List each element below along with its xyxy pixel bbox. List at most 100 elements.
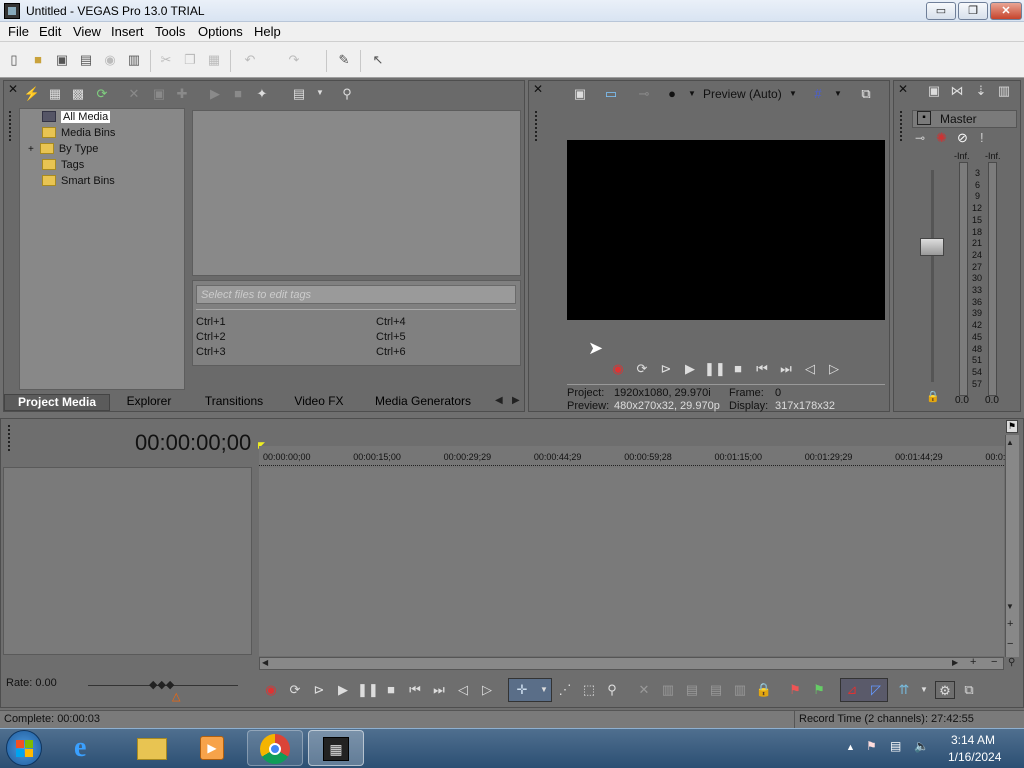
zoom-tool-icon[interactable]: ⚲ [1008,657,1015,668]
scroll-left-icon[interactable]: ◀ [262,658,268,667]
delete-icon[interactable]: ✕ [634,681,654,699]
record-icon[interactable]: ◉ [608,360,628,378]
start-button[interactable] [6,730,42,766]
mute-icon[interactable]: ⊘ [957,130,968,146]
stop-icon[interactable]: ■ [728,360,748,378]
tab-project-media[interactable]: Project Media [4,394,110,411]
overlays-dropdown-chevron-icon[interactable]: ▼ [834,89,842,98]
copy-icon[interactable]: ❐ [180,50,200,70]
taskbar-chrome[interactable] [247,730,303,766]
pan-icon[interactable]: ⊸ [915,131,925,145]
new-icon[interactable]: ▯ [4,50,24,70]
tag-shortcut-2[interactable]: Ctrl+2 [196,331,226,343]
trim-end-icon[interactable]: ▤ [706,681,726,699]
undo-icon[interactable]: ↶ [240,50,260,70]
scroll-up-icon[interactable]: ▲ [1006,438,1014,447]
previous-frame-icon[interactable]: ◁ [453,681,473,699]
properties-icon[interactable]: ▥ [124,50,144,70]
panel-grip[interactable] [900,111,904,141]
zoom-tool-icon[interactable]: ⚲ [602,681,622,699]
play-icon[interactable]: ▶ [205,85,225,103]
tree-item-smart-bins[interactable]: Smart Bins [42,175,115,191]
zoom-in-horizontal-icon[interactable]: + [970,656,976,668]
open-icon[interactable]: ■ [28,50,48,70]
go-to-start-icon[interactable]: ⏮ [405,681,425,699]
stop-icon[interactable]: ■ [228,85,248,103]
play-icon[interactable]: ▶ [333,681,353,699]
panel-close-icon[interactable]: ✕ [533,82,543,96]
next-frame-icon[interactable]: ▷ [824,360,844,378]
tag-shortcut-1[interactable]: Ctrl+1 [196,316,226,328]
tag-input[interactable]: Select files to edit tags [196,285,516,304]
paste-icon[interactable]: ▦ [204,50,224,70]
copy-snapshot-icon[interactable]: ⧉ [856,85,876,103]
clock-time[interactable]: 3:14 AM [951,733,995,747]
selection-tool-icon[interactable]: ⬚ [579,681,599,699]
insert-region-icon[interactable]: ⚑ [809,681,829,699]
trim-icon[interactable]: ▥ [658,681,678,699]
record-icon[interactable]: ◉ [261,681,281,699]
panel-grip[interactable] [9,111,13,141]
edit-tool-dropdown-chevron-icon[interactable]: ▼ [540,685,548,694]
save-as-icon[interactable]: ▤ [76,50,96,70]
tag-shortcut-4[interactable]: Ctrl+4 [376,316,406,328]
external-monitor-icon[interactable]: ▭ [601,85,621,103]
tab-transitions[interactable]: Transitions [194,394,274,411]
zoom-out-vertical-icon[interactable]: − [1007,638,1013,650]
auto-crossfade-icon[interactable]: ◸ [866,681,886,699]
tag-shortcut-5[interactable]: Ctrl+5 [376,331,406,343]
media-fx-icon[interactable]: ✚ [172,85,192,103]
volume-icon[interactable]: 🔈 [914,739,929,753]
menu-help[interactable]: Help [254,24,281,39]
video-fx-icon[interactable]: ● [662,85,682,103]
video-preview-screen[interactable] [567,140,885,320]
mixer-options-icon[interactable]: ▥ [994,82,1014,100]
menu-edit[interactable]: Edit [39,24,61,39]
play-from-start-icon[interactable]: ⊳ [656,360,676,378]
enable-snapping-icon[interactable]: ✎ [334,50,354,70]
lock-icon[interactable]: 🔒 [754,681,774,699]
panel-close-icon[interactable]: ✕ [8,82,18,96]
scroll-right-icon[interactable]: ▶ [952,658,958,667]
render-icon[interactable]: ◉ [100,50,120,70]
overlays-icon[interactable]: # [808,85,828,103]
auto-ripple-icon[interactable]: ⇈ [894,681,914,699]
panel-grip[interactable] [535,111,539,141]
tag-shortcut-6[interactable]: Ctrl+6 [376,346,406,358]
bus-icon[interactable]: ▪ [917,111,931,125]
show-hidden-icons-icon[interactable]: ▲ [846,742,855,752]
tree-item-tags[interactable]: Tags [42,159,84,175]
quality-dropdown-chevron-icon[interactable]: ▼ [789,89,797,98]
play-icon[interactable]: ▶ [680,360,700,378]
stop-icon[interactable]: ■ [381,681,401,699]
views-icon[interactable]: ▤ [289,85,309,103]
timeline-grip[interactable] [8,425,12,451]
horizontal-scrollbar[interactable] [259,657,1004,670]
timecode-display[interactable]: 00:00:00;00 [135,430,251,456]
taskbar-internet-explorer[interactable]: e [62,730,118,766]
menu-file[interactable]: File [8,24,29,39]
get-media-icon[interactable]: ▩ [68,85,88,103]
solo-icon[interactable]: ! [980,130,984,145]
scroll-down-icon[interactable]: ▼ [1006,602,1014,611]
tab-video-fx[interactable]: Video FX [286,394,352,411]
pause-icon[interactable]: ❚❚ [357,681,379,699]
refresh-icon[interactable]: ⟳ [92,85,112,103]
menu-options[interactable]: Options [198,24,243,39]
save-icon[interactable]: ▣ [52,50,72,70]
go-to-end-icon[interactable]: ⏭ [776,360,796,378]
split-screen-icon[interactable]: ⊸ [634,85,654,103]
tab-scroll-left-icon[interactable]: ◀ [495,395,503,406]
search-icon[interactable]: ⚲ [337,85,357,103]
views-dropdown-chevron-icon[interactable]: ▼ [316,88,324,97]
track-list[interactable] [3,467,252,655]
go-to-end-icon[interactable]: ⏭ [429,681,449,699]
tree-item-all-media[interactable]: All Media [42,111,111,127]
ignore-event-grouping-icon[interactable]: ⧉ [959,681,979,699]
lock-icon[interactable]: 🔒 [926,390,940,403]
fx-dropdown-chevron-icon[interactable]: ▼ [688,89,696,98]
properties-icon[interactable]: ▣ [149,85,169,103]
tag-shortcut-3[interactable]: Ctrl+3 [196,346,226,358]
normal-edit-tool-icon[interactable]: ✛ [512,681,532,699]
play-from-start-icon[interactable]: ⊳ [309,681,329,699]
